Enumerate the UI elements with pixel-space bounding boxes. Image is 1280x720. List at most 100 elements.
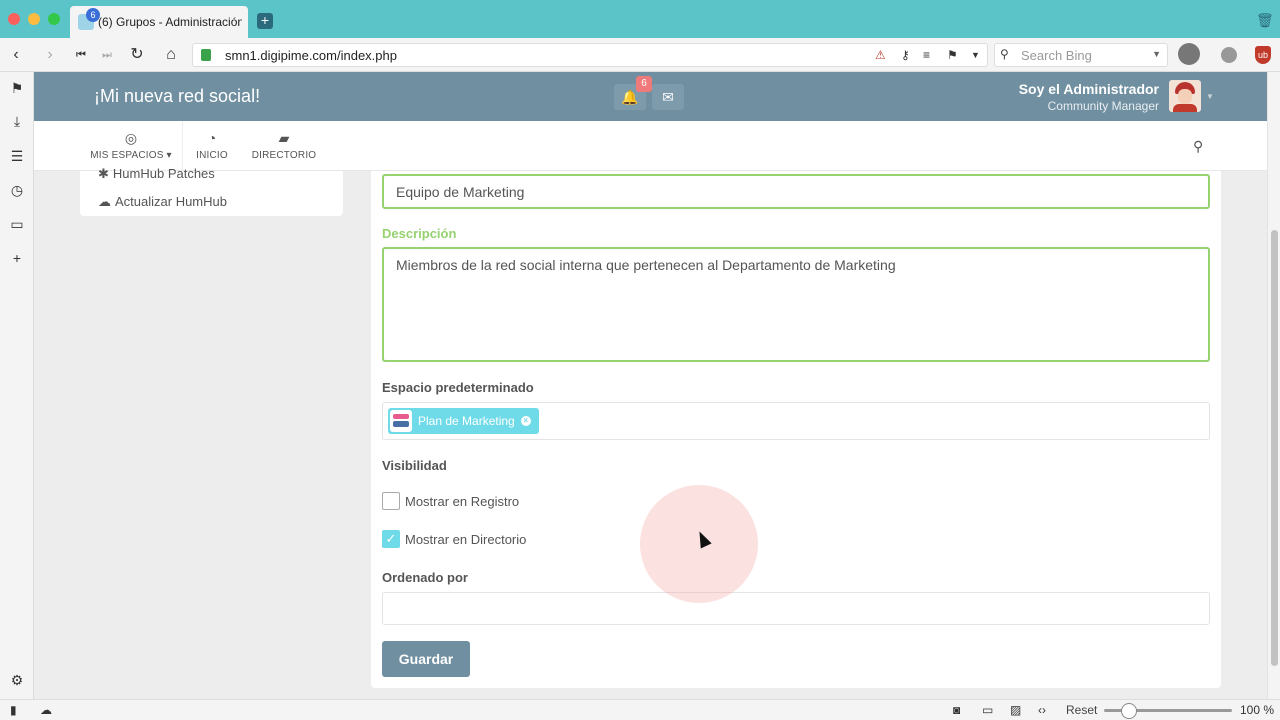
chevron-down-icon[interactable]: ▼	[1152, 49, 1161, 59]
notes-icon[interactable]: ☰	[9, 148, 25, 164]
show-directory-label[interactable]: Mostrar en Directorio	[405, 532, 526, 547]
fast-forward-icon[interactable]: ⏭	[97, 45, 117, 65]
bug-icon: ✱	[98, 166, 109, 181]
browser-statusbar: ▮ ☁ ◙ ▭ ▨ ‹› Reset 100 %	[0, 699, 1280, 720]
menu-label: INICIO	[196, 150, 228, 161]
zoom-slider-thumb[interactable]	[1121, 703, 1137, 719]
admin-menu-label: Actualizar HumHub	[115, 194, 227, 209]
downloads-icon[interactable]: ⤓	[9, 113, 25, 129]
browser-navbar: ‹ › ⏮ ⏭ ↻ ⌂ smn1.digipime.com/index.php …	[0, 38, 1280, 72]
tile-icon[interactable]: ▭	[982, 703, 993, 717]
menu-label: DIRECTORIO	[251, 150, 317, 161]
forward-icon[interactable]: ›	[40, 45, 60, 65]
home-icon[interactable]: ⌂	[161, 45, 181, 65]
window-icon[interactable]: ▭	[9, 216, 25, 232]
history-icon[interactable]: ◷	[9, 182, 25, 198]
tab-badge: 6	[86, 8, 100, 22]
chevron-down-icon[interactable]: ▼	[971, 50, 980, 60]
scrollbar-thumb[interactable]	[1271, 230, 1278, 666]
add-panel-icon[interactable]: +	[9, 250, 25, 266]
space-image-icon	[390, 410, 412, 432]
ublock-icon[interactable]: ub	[1255, 46, 1271, 64]
bookmarks-icon[interactable]: ⚑	[9, 80, 25, 96]
description-value: Miembros de la red social interna que pe…	[396, 257, 896, 273]
sort-label: Ordenado por	[382, 570, 468, 585]
browser-titlebar: 6 (6) Grupos - Administración + 🗑	[0, 0, 1280, 38]
dashboard-icon: ◔	[207, 130, 217, 146]
group-form-panel: Equipo de Marketing Descripción Miembros…	[371, 171, 1221, 688]
search-placeholder: Search Bing	[1021, 48, 1092, 63]
space-chip-label: Plan de Marketing	[418, 414, 515, 428]
cloud-download-icon: ☁	[98, 194, 111, 209]
sort-input[interactable]	[382, 592, 1210, 625]
zoom-reset-button[interactable]: Reset	[1066, 703, 1097, 717]
envelope-icon: ✉	[662, 89, 674, 105]
tracker-icon[interactable]: ⚠	[875, 48, 886, 62]
minimize-window-button[interactable]	[28, 13, 40, 25]
group-name-value: Equipo de Marketing	[396, 184, 525, 200]
zoom-level: 100 %	[1240, 703, 1275, 717]
rewind-icon[interactable]: ⏮	[71, 45, 91, 65]
browser-sidebar: ⚑ ⤓ ☰ ◷ ▭ + ⚙	[0, 72, 34, 720]
page-scrollbar[interactable]	[1267, 72, 1280, 699]
space-chip[interactable]: Plan de Marketing ×	[388, 408, 539, 434]
user-name[interactable]: Soy el Administrador	[1019, 81, 1159, 97]
bell-icon: 🔔	[621, 89, 639, 105]
avatar[interactable]	[1169, 80, 1201, 112]
menu-label: MIS ESPACIOS	[90, 150, 164, 161]
key-icon[interactable]: ⚷	[901, 48, 910, 62]
admin-menu-label: HumHub Patches	[112, 166, 215, 181]
browser-tab[interactable]: 6 (6) Grupos - Administración	[70, 6, 248, 38]
chevron-down-icon[interactable]: ▼	[1206, 92, 1214, 101]
back-icon[interactable]: ‹	[6, 45, 26, 65]
default-space-picker[interactable]: Plan de Marketing ×	[382, 402, 1210, 440]
show-registration-checkbox[interactable]	[382, 492, 400, 510]
profile-icon[interactable]	[1178, 43, 1200, 65]
show-registration-label[interactable]: Mostrar en Registro	[405, 494, 519, 509]
menu-item-mis-espacios[interactable]: ◎ MIS ESPACIOS ▾	[88, 121, 174, 171]
address-bar[interactable]: smn1.digipime.com/index.php ⚠ ⚷ ≡ ⚑ ▼	[192, 43, 988, 67]
extension-icon[interactable]	[1221, 47, 1237, 63]
remove-chip-icon[interactable]: ×	[520, 416, 531, 426]
url-text: smn1.digipime.com/index.php	[225, 48, 397, 63]
top-menu: ◎ MIS ESPACIOS ▾ ◔ INICIO ▰ DIRECTORIO ⚲	[34, 121, 1267, 171]
bookmark-icon[interactable]: ⚑	[947, 48, 958, 62]
user-role: Community Manager	[1047, 99, 1159, 113]
default-space-label: Espacio predeterminado	[382, 380, 534, 395]
group-name-input[interactable]: Equipo de Marketing	[382, 174, 1210, 209]
app-title[interactable]: ¡Mi nueva red social!	[94, 86, 260, 107]
save-button[interactable]: Guardar	[382, 641, 470, 677]
messages-button[interactable]: ✉	[652, 84, 684, 110]
menu-item-inicio[interactable]: ◔ INICIO	[190, 121, 234, 171]
content-area: ✱ HumHub Patches ☁ Actualizar HumHub Equip…	[34, 166, 1267, 699]
app-header: ¡Mi nueva red social! 🔔 6 ✉ Soy el Admin…	[34, 72, 1267, 121]
reader-icon[interactable]: ≡	[923, 48, 930, 62]
camera-icon[interactable]: ◙	[953, 703, 960, 717]
maximize-window-button[interactable]	[48, 13, 60, 25]
reload-icon[interactable]: ↻	[127, 45, 147, 65]
target-icon: ◎	[124, 130, 138, 146]
description-textarea[interactable]: Miembros de la red social interna que pe…	[382, 247, 1210, 362]
menu-divider	[182, 121, 183, 171]
admin-menu-item[interactable]: ☁ Actualizar HumHub	[98, 194, 227, 210]
visibility-label: Visibilidad	[382, 458, 447, 473]
panel-toggle-icon[interactable]: ▮	[10, 703, 17, 717]
trash-icon[interactable]: 🗑	[1256, 12, 1274, 30]
tab-favicon-icon: 6	[78, 8, 100, 30]
close-window-button[interactable]	[8, 13, 20, 25]
new-tab-button[interactable]: +	[257, 13, 273, 29]
notifications-badge: 6	[636, 76, 652, 92]
admin-menu-item[interactable]: ✱ HumHub Patches	[98, 166, 215, 182]
search-icon: ⚲	[1000, 47, 1009, 61]
menu-item-directorio[interactable]: ▰ DIRECTORIO	[248, 121, 320, 171]
cloud-sync-icon[interactable]: ☁	[40, 703, 52, 717]
tab-title: (6) Grupos - Administración	[98, 15, 242, 29]
checkmark-icon: ✓	[385, 531, 397, 546]
show-directory-checkbox[interactable]: ✓	[382, 530, 400, 548]
settings-gear-icon[interactable]: ⚙	[9, 672, 25, 688]
search-icon[interactable]: ⚲	[1193, 138, 1203, 155]
search-engine-box[interactable]: ⚲ Search Bing ▼	[994, 43, 1168, 67]
admin-menu-panel: ✱ HumHub Patches ☁ Actualizar HumHub	[80, 166, 343, 216]
image-icon[interactable]: ▨	[1010, 703, 1021, 717]
code-icon[interactable]: ‹›	[1038, 703, 1046, 717]
